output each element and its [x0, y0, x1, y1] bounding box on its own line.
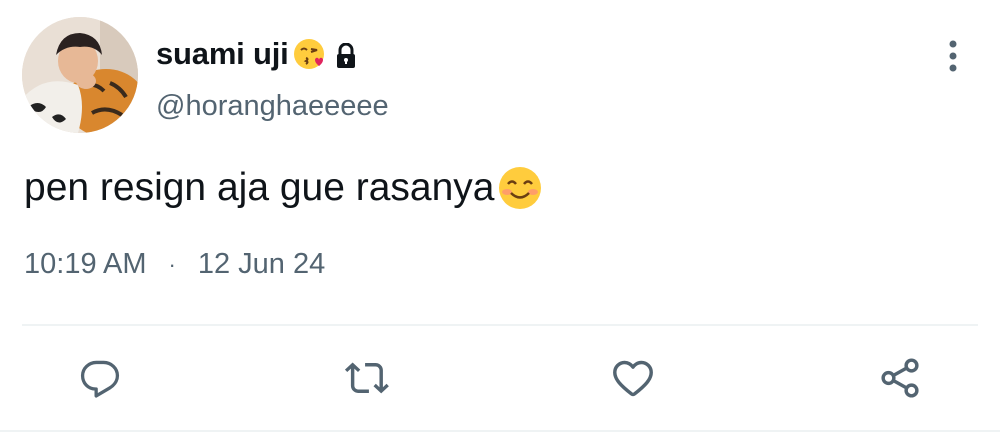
retweet-icon — [344, 362, 389, 394]
avatar-photo — [22, 17, 138, 133]
share-icon — [881, 358, 919, 398]
action-bar — [0, 352, 1000, 406]
avatar[interactable] — [22, 17, 138, 133]
like-button[interactable] — [607, 352, 659, 404]
tweet-card: suami uji @horanghaeeeee pen resign aja … — [0, 0, 1000, 446]
smiling-face-emoji — [497, 165, 543, 211]
more-options-icon[interactable] — [938, 38, 968, 74]
face-blowing-a-kiss-emoji — [293, 38, 325, 70]
tweet-text: pen resign aja gue rasanya — [24, 162, 543, 214]
tweet-time: 10:19 AM — [24, 248, 147, 280]
lock-icon — [335, 41, 357, 68]
reply-icon — [80, 360, 120, 398]
display-name[interactable]: suami uji — [156, 36, 357, 72]
retweet-button[interactable] — [341, 352, 393, 404]
tweet-timestamp[interactable]: 10:19 AM · 12 Jun 24 — [24, 248, 325, 281]
reply-button[interactable] — [74, 352, 126, 404]
tweet-text-content: pen resign aja gue rasanya — [24, 166, 495, 209]
meta-separator: · — [168, 251, 176, 277]
display-name-text: suami uji — [156, 36, 289, 71]
divider — [22, 324, 978, 326]
bottom-divider — [0, 430, 1000, 432]
tweet-date: 12 Jun 24 — [197, 248, 326, 280]
share-button[interactable] — [874, 352, 926, 404]
user-handle[interactable]: @horanghaeeeee — [156, 90, 389, 123]
heart-icon — [613, 360, 653, 397]
